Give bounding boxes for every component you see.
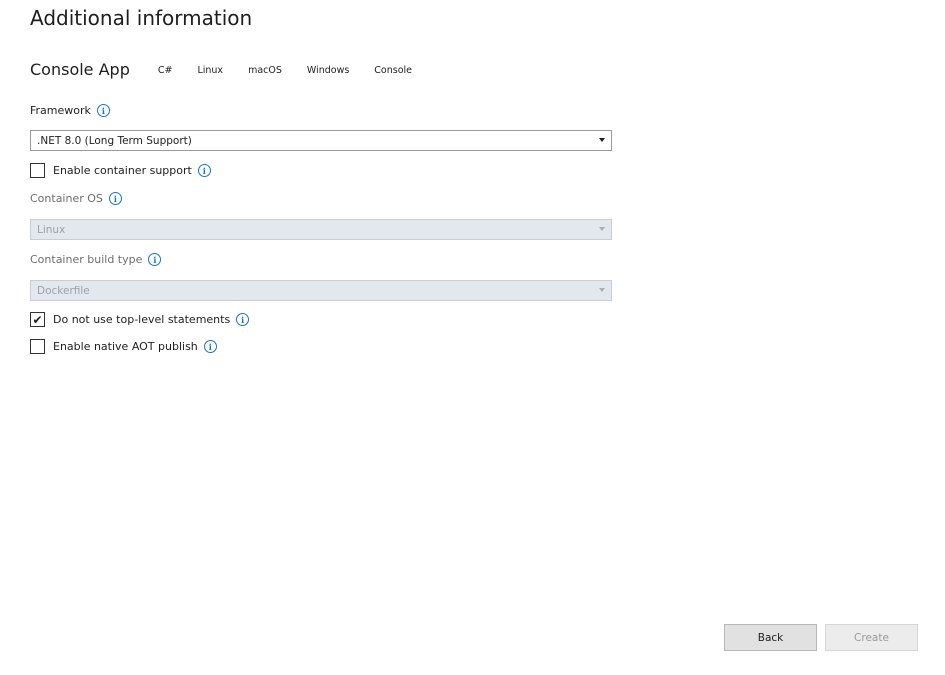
top-level-statements-checkbox[interactable]: ✔ — [30, 312, 45, 327]
page-title: Additional information — [30, 6, 253, 30]
template-tags: C# Linux macOS Windows Console — [158, 63, 437, 76]
container-build-type-dropdown[interactable]: Dockerfile — [30, 280, 612, 301]
container-os-dropdown[interactable]: Linux — [30, 219, 612, 240]
project-summary: Console App C# Linux macOS Windows Conso… — [30, 60, 437, 79]
info-icon[interactable]: i — [96, 104, 110, 117]
container-support-checkbox[interactable] — [30, 163, 45, 178]
container-os-label: Container OS — [30, 192, 103, 205]
container-support-row: Enable container support i — [30, 163, 211, 178]
tag-platform-macos: macOS — [248, 65, 282, 76]
tag-platform-windows: Windows — [306, 65, 350, 76]
native-aot-label: Enable native AOT publish — [53, 340, 198, 353]
container-os-selected-value: Linux — [37, 223, 66, 236]
native-aot-row: Enable native AOT publish i — [30, 339, 217, 354]
checkmark-icon: ✔ — [32, 312, 43, 327]
info-icon[interactable]: i — [148, 253, 162, 266]
chevron-down-icon — [599, 227, 605, 231]
framework-label: Framework — [30, 104, 91, 117]
info-icon[interactable]: i — [197, 164, 211, 177]
create-button[interactable]: Create — [825, 624, 918, 651]
chevron-down-icon — [599, 138, 605, 142]
framework-selected-value: .NET 8.0 (Long Term Support) — [37, 134, 192, 147]
project-template-name: Console App — [30, 60, 130, 79]
back-button[interactable]: Back — [724, 624, 817, 651]
container-build-type-label-row: Container build type i — [30, 253, 162, 266]
native-aot-checkbox[interactable] — [30, 339, 45, 354]
framework-label-row: Framework i — [30, 104, 110, 117]
tag-language: C# — [157, 65, 173, 76]
info-icon[interactable]: i — [236, 313, 250, 326]
container-build-type-label: Container build type — [30, 253, 143, 266]
top-level-statements-label: Do not use top-level statements — [53, 313, 231, 326]
chevron-down-icon — [599, 288, 605, 292]
container-os-label-row: Container OS i — [30, 192, 122, 205]
container-build-type-selected-value: Dockerfile — [37, 284, 90, 297]
info-icon[interactable]: i — [108, 192, 122, 205]
framework-dropdown[interactable]: .NET 8.0 (Long Term Support) — [30, 130, 612, 151]
tag-project-type: Console — [374, 65, 413, 76]
additional-information-page: Additional information Console App C# Li… — [0, 0, 945, 675]
container-support-label: Enable container support — [53, 164, 192, 177]
info-icon[interactable]: i — [203, 340, 217, 353]
top-level-statements-row: ✔ Do not use top-level statements i — [30, 312, 250, 327]
tag-platform-linux: Linux — [197, 65, 224, 76]
